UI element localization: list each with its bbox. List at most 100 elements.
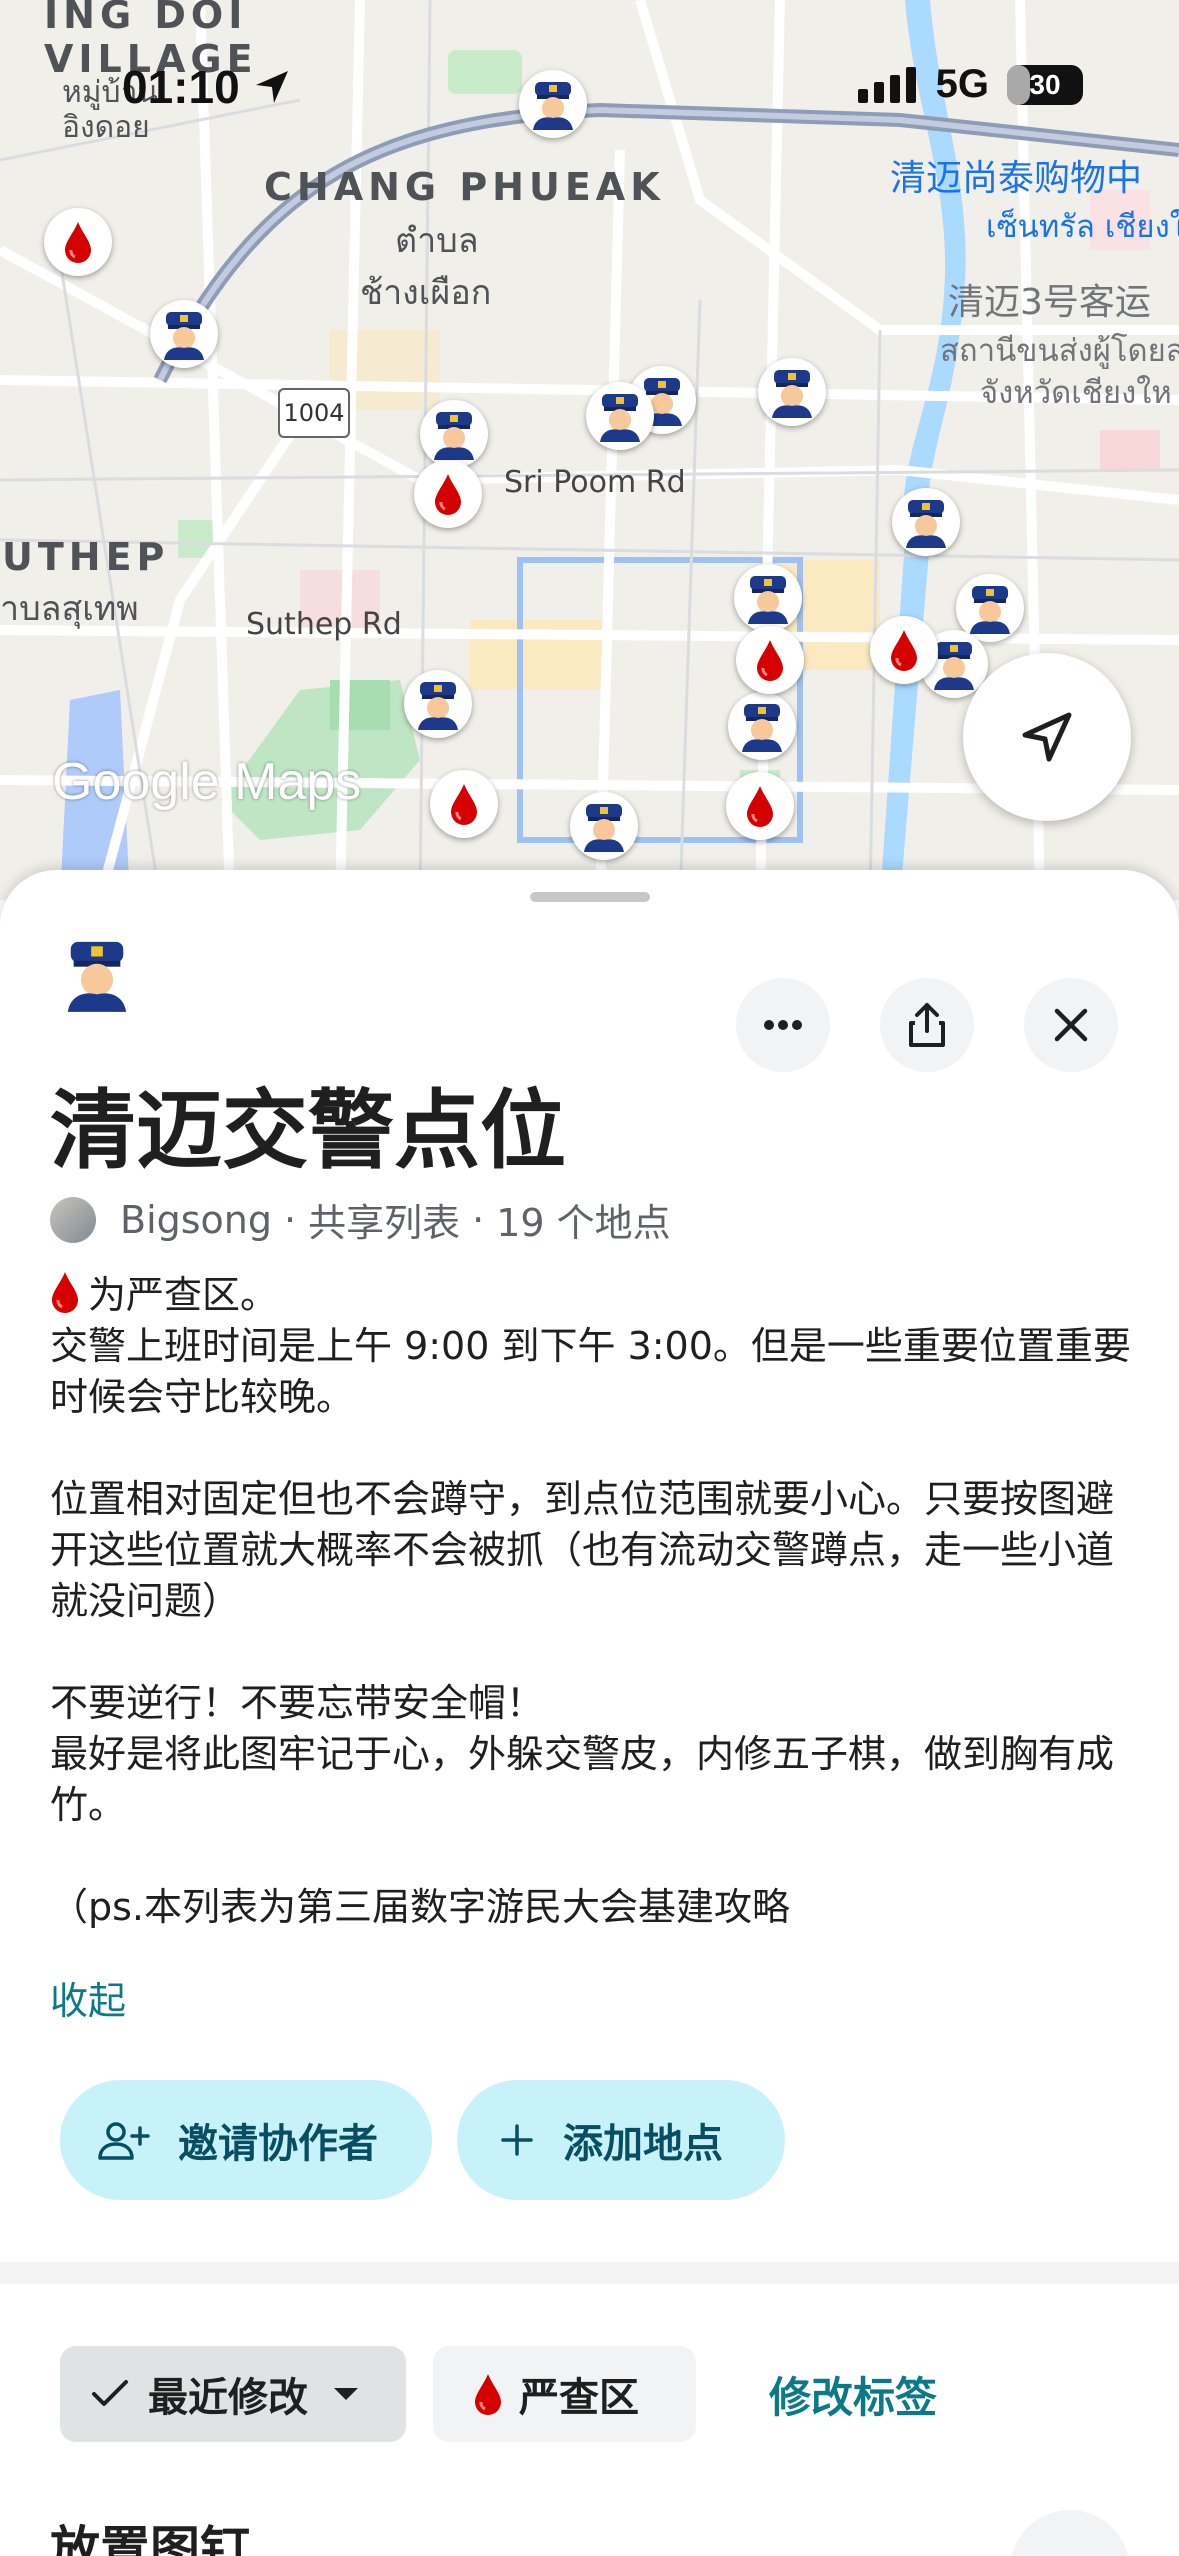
- map-label-central-mall[interactable]: 清迈尚泰购物中: [890, 158, 1142, 199]
- battery-level: [1007, 64, 1030, 105]
- description-paragraph: 位置相对固定但也不会蹲守，到点位范围就要小心。只要按图避开这些位置就大概率不会被…: [50, 1477, 1115, 1623]
- description-legend: 为严查区。: [50, 1270, 1140, 1321]
- add-place-button[interactable]: 添加地点: [457, 2080, 785, 2200]
- strict-zone-marker[interactable]: [870, 616, 938, 684]
- police-officer-icon: [418, 682, 458, 730]
- blood-drop-icon: [747, 786, 773, 827]
- list-title: 清迈交警点位: [50, 1081, 566, 1181]
- battery-icon: 30: [1007, 64, 1083, 105]
- police-marker[interactable]: [758, 358, 826, 426]
- map-label-sri-poom-rd: Sri Poom Rd: [504, 465, 686, 500]
- police-officer-icon: [748, 576, 788, 624]
- map-label-suthep: UTHEP: [2, 535, 170, 579]
- map-label-chang-phueak: CHANG PHUEAK: [264, 165, 665, 209]
- map-label-central-mall-thai[interactable]: เซ็นทรัล เชียงใ: [986, 209, 1179, 246]
- police-officer-icon: [533, 82, 573, 130]
- police-officer-icon: [584, 804, 624, 852]
- police-officer-icon: [906, 500, 946, 548]
- sheet-drag-handle[interactable]: [530, 892, 650, 902]
- add-person-icon: [98, 2120, 150, 2160]
- tag-filter-chip[interactable]: 严查区: [433, 2346, 696, 2442]
- add-place-label: 添加地点: [563, 2121, 723, 2167]
- collapse-link[interactable]: 收起: [50, 1970, 126, 2025]
- status-bar-time: 01:10: [122, 60, 292, 114]
- police-marker[interactable]: [734, 564, 802, 632]
- description-paragraph: （ps.本列表为第三届数字游民大会基建攻略: [50, 1885, 790, 1929]
- my-location-button[interactable]: [963, 653, 1131, 821]
- share-button[interactable]: [880, 978, 974, 1072]
- map-label-chang-phueak-thai-1: ตำบล: [395, 221, 479, 261]
- map-label-suthep-rd: Suthep Rd: [246, 607, 402, 642]
- map-label-village-line1: ING DOI: [44, 0, 248, 37]
- police-officer-icon: [67, 941, 127, 1012]
- police-marker[interactable]: [570, 792, 638, 860]
- chevron-down-icon: [334, 2388, 358, 2400]
- checkmark-icon: [92, 2380, 128, 2406]
- police-officer-icon: [434, 412, 474, 460]
- more-options-button[interactable]: [736, 978, 830, 1072]
- blood-drop-icon: [65, 222, 91, 263]
- separator-dot: ·: [284, 1197, 297, 1242]
- cellular-signal-icon: [857, 66, 916, 103]
- navigation-arrow-icon: [1022, 712, 1072, 762]
- sort-label: 最近修改: [148, 2375, 308, 2421]
- list-owner-row: Bigsong · 共享列表 · 19 个地点: [50, 1192, 671, 1247]
- section-title: 放置图钉: [50, 2521, 250, 2556]
- invite-collaborator-button[interactable]: 邀请协作者: [60, 2080, 432, 2200]
- police-marker[interactable]: [728, 692, 796, 760]
- description-paragraph: 不要逆行！不要忘带安全帽！: [50, 1681, 545, 1725]
- network-type: 5G: [935, 62, 989, 106]
- status-time-text: 01:10: [122, 61, 240, 113]
- sort-dropdown[interactable]: 最近修改: [60, 2346, 406, 2442]
- blood-drop-icon: [52, 1272, 78, 1313]
- edit-tags-link[interactable]: 修改标签: [769, 2364, 937, 2425]
- list-description: 为严查区。 交警上班时间是上午 9:00 到下午 3:00。但是一些重要位置重要…: [50, 1270, 1140, 1933]
- close-button[interactable]: [1024, 978, 1118, 1072]
- strict-zone-marker[interactable]: [726, 772, 794, 840]
- police-marker[interactable]: [892, 488, 960, 556]
- blood-drop-icon: [757, 640, 783, 681]
- police-officer-icon: [600, 394, 640, 442]
- map-label-suthep-thai: าบลสุเทพ: [0, 589, 139, 629]
- section-action-button[interactable]: [1010, 2510, 1130, 2556]
- police-officer-icon: [164, 312, 204, 360]
- google-maps-logo: Google Maps: [52, 753, 362, 811]
- list-type: 共享列表: [308, 1201, 461, 1245]
- blood-drop-icon: [475, 2374, 501, 2415]
- blood-drop-icon: [891, 630, 917, 671]
- place-count: 19 个地点: [496, 1201, 671, 1245]
- police-marker[interactable]: [420, 400, 488, 468]
- police-marker[interactable]: [586, 382, 654, 450]
- map-label-bus-station-thai-1: สถานีขนส่งผู้โดยส: [940, 333, 1179, 369]
- police-marker[interactable]: [404, 670, 472, 738]
- police-marker[interactable]: [519, 70, 587, 138]
- section-divider: [0, 2262, 1179, 2284]
- close-icon: [1054, 1008, 1088, 1042]
- avatar[interactable]: [50, 1196, 96, 1243]
- strict-zone-marker[interactable]: [430, 770, 498, 838]
- share-icon: [909, 1003, 945, 1047]
- invite-label: 邀请协作者: [178, 2121, 378, 2167]
- status-bar-indicators: 5G 30: [857, 62, 1083, 107]
- plus-icon: [499, 2122, 535, 2158]
- tag-label: 严查区: [519, 2375, 639, 2421]
- map-label-village-thai-line2: อิงดอย: [62, 109, 150, 145]
- police-officer-icon: [742, 704, 782, 752]
- blood-drop-icon: [451, 784, 477, 825]
- police-marker[interactable]: [150, 300, 218, 368]
- owner-name[interactable]: Bigsong: [120, 1198, 272, 1242]
- list-emoji-icon: [62, 936, 132, 1016]
- strict-zone-marker[interactable]: [736, 626, 804, 694]
- battery-percent: 30: [1029, 68, 1061, 100]
- strict-zone-marker[interactable]: [44, 208, 112, 276]
- map-label-bus-station[interactable]: 清迈3号客运: [948, 282, 1151, 323]
- map-label-chang-phueak-thai-2: ช้างเผือก: [360, 273, 492, 313]
- strict-zone-marker[interactable]: [414, 460, 482, 528]
- police-officer-icon: [970, 586, 1010, 634]
- map-view[interactable]: ING DOI VILLAGE หมู่บ้าน อิงดอย CHANG PHUE…: [0, 0, 1179, 900]
- description-paragraph: 最好是将此图牢记于心，外躲交警皮，内修五子棋，做到胸有成竹。: [50, 1732, 1115, 1827]
- blood-drop-icon: [435, 474, 461, 515]
